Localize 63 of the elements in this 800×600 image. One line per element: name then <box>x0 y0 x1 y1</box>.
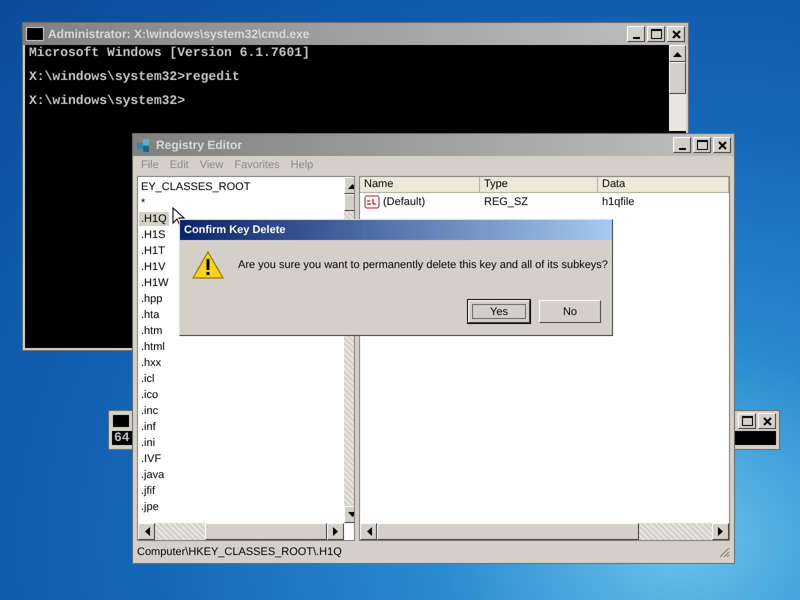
scrollbar-thumb[interactable] <box>669 62 686 94</box>
window-title: Administrator: X:\windows\system32\cmd.exe <box>48 27 310 41</box>
tree-item[interactable]: .IVF <box>139 452 164 466</box>
registry-icon <box>136 137 152 153</box>
tree-item[interactable]: .hxx <box>139 356 164 370</box>
dialog-title: Confirm Key Delete <box>184 224 286 236</box>
column-header[interactable]: Name <box>360 177 480 193</box>
console-line: X:\windows\system32> <box>29 93 186 108</box>
tree-item[interactable]: .H1S <box>139 228 168 242</box>
tree-item[interactable]: .hpp <box>139 292 164 306</box>
scrollbar[interactable] <box>669 45 686 131</box>
string-value-icon <box>364 194 380 210</box>
window-title: Registry Editor <box>156 138 242 152</box>
minimize-icon <box>632 36 640 38</box>
close-button[interactable] <box>758 413 776 429</box>
scrollbar[interactable] <box>138 523 344 540</box>
tree-item[interactable]: .H1V <box>139 260 168 274</box>
tree-item[interactable]: .ico <box>139 388 160 402</box>
tree-item[interactable]: .icl <box>139 372 156 386</box>
maximize-icon <box>650 29 662 39</box>
close-icon <box>672 30 680 38</box>
console-icon <box>26 27 44 41</box>
tree-item[interactable]: .inc <box>139 404 160 418</box>
tree-item[interactable]: .H1Q <box>139 212 169 226</box>
arrow-up-icon <box>673 50 682 56</box>
minimize-icon <box>678 148 686 150</box>
tree-item[interactable]: * <box>139 196 148 210</box>
resize-grip-icon[interactable] <box>718 546 730 558</box>
table-cell-text: REG_SZ <box>483 196 530 208</box>
tree-item[interactable]: .jpe <box>139 500 161 514</box>
maximize-icon <box>742 416 752 426</box>
console-text: 64 <box>113 430 130 445</box>
tree-item[interactable]: .html <box>139 340 167 354</box>
tree-item[interactable]: .hta <box>139 308 162 322</box>
arrow-left-icon <box>366 527 372 536</box>
tree-item[interactable]: .jfif <box>139 484 158 498</box>
console-icon <box>112 414 130 428</box>
dialog-button[interactable]: Yes <box>468 300 530 323</box>
table-cell: (Default) <box>383 196 426 208</box>
console-line: X:\windows\system32>regedit <box>29 69 240 84</box>
table-cell-text: h1qfile <box>601 196 634 208</box>
maximize-button[interactable] <box>738 413 756 429</box>
column-header[interactable]: Type <box>480 177 598 193</box>
dialog-message: Are you sure you want to permanently delete this key and all of its subkeys? <box>238 259 608 271</box>
dialog-button[interactable]: No <box>539 300 601 323</box>
console-line: Microsoft Windows [Version 6.1.7601] <box>29 45 310 60</box>
maximize-icon <box>696 140 708 150</box>
warning-icon <box>192 250 224 280</box>
tree-item[interactable]: .H1T <box>139 244 167 258</box>
column-header[interactable]: Data <box>598 177 729 193</box>
tree-item[interactable]: EY_CLASSES_ROOT <box>139 180 252 194</box>
arrow-right-icon <box>332 527 338 536</box>
tree-item[interactable]: .htm <box>139 324 164 338</box>
close-icon <box>718 140 726 150</box>
arrow-right-icon <box>718 527 724 536</box>
tree-item[interactable]: .ini <box>139 436 158 450</box>
status-bar-text: Computer\HKEY_CLASSES_ROOT\.H1Q <box>137 546 342 558</box>
arrow-left-icon <box>144 527 150 536</box>
tree-item[interactable]: .H1W <box>139 276 170 290</box>
close-icon <box>762 416 772 426</box>
tree-item[interactable]: .inf <box>139 420 158 434</box>
scrollbar[interactable] <box>360 523 729 540</box>
tree-item[interactable]: .java <box>139 468 166 482</box>
